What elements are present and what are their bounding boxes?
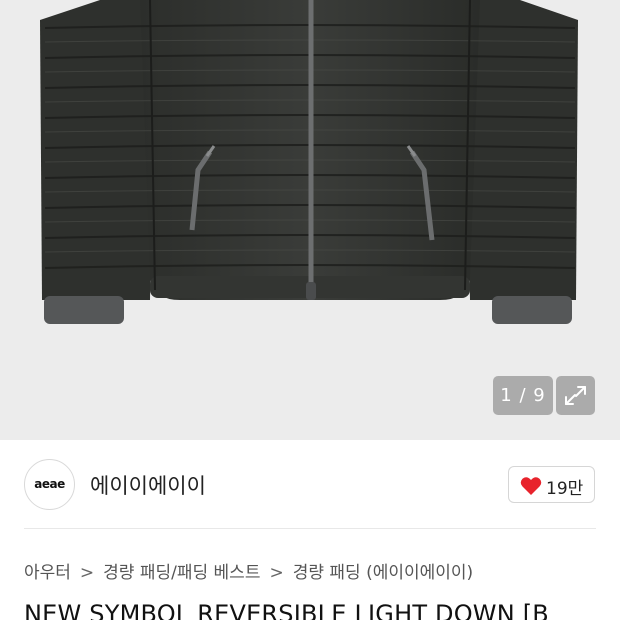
brand-logo[interactable]: aeae bbox=[24, 459, 75, 510]
breadcrumb-item-outer[interactable]: 아우터 bbox=[24, 558, 71, 583]
brand-logo-text: aeae bbox=[34, 477, 65, 491]
brand-row: aeae 에이이에이이 19만 bbox=[0, 440, 620, 528]
divider bbox=[24, 528, 596, 529]
like-count: 19만 bbox=[546, 479, 584, 499]
breadcrumb-item-light-padding[interactable]: 경량 패딩/패딩 베스트 bbox=[103, 558, 260, 583]
brand-name-link[interactable]: 에이이에이이 bbox=[90, 470, 206, 500]
product-image-gallery[interactable]: 1 / 9 bbox=[0, 0, 620, 440]
product-image-jacket[interactable] bbox=[0, 0, 620, 440]
breadcrumb-item-light-padding-brand[interactable]: 경량 패딩 (에이이에이이) bbox=[293, 558, 473, 583]
product-title: NEW SYMBOL REVERSIBLE LIGHT DOWN [B bbox=[24, 600, 549, 620]
expand-icon bbox=[565, 386, 586, 405]
breadcrumb-separator: > bbox=[79, 563, 95, 583]
breadcrumb: 아우터 > 경량 패딩/패딩 베스트 > 경량 패딩 (에이이에이이) bbox=[24, 558, 473, 583]
breadcrumb-separator: > bbox=[269, 563, 284, 583]
like-button[interactable]: 19만 bbox=[508, 466, 595, 503]
image-counter: 1 / 9 bbox=[493, 376, 553, 415]
expand-button[interactable] bbox=[556, 376, 595, 415]
heart-icon bbox=[520, 477, 542, 495]
